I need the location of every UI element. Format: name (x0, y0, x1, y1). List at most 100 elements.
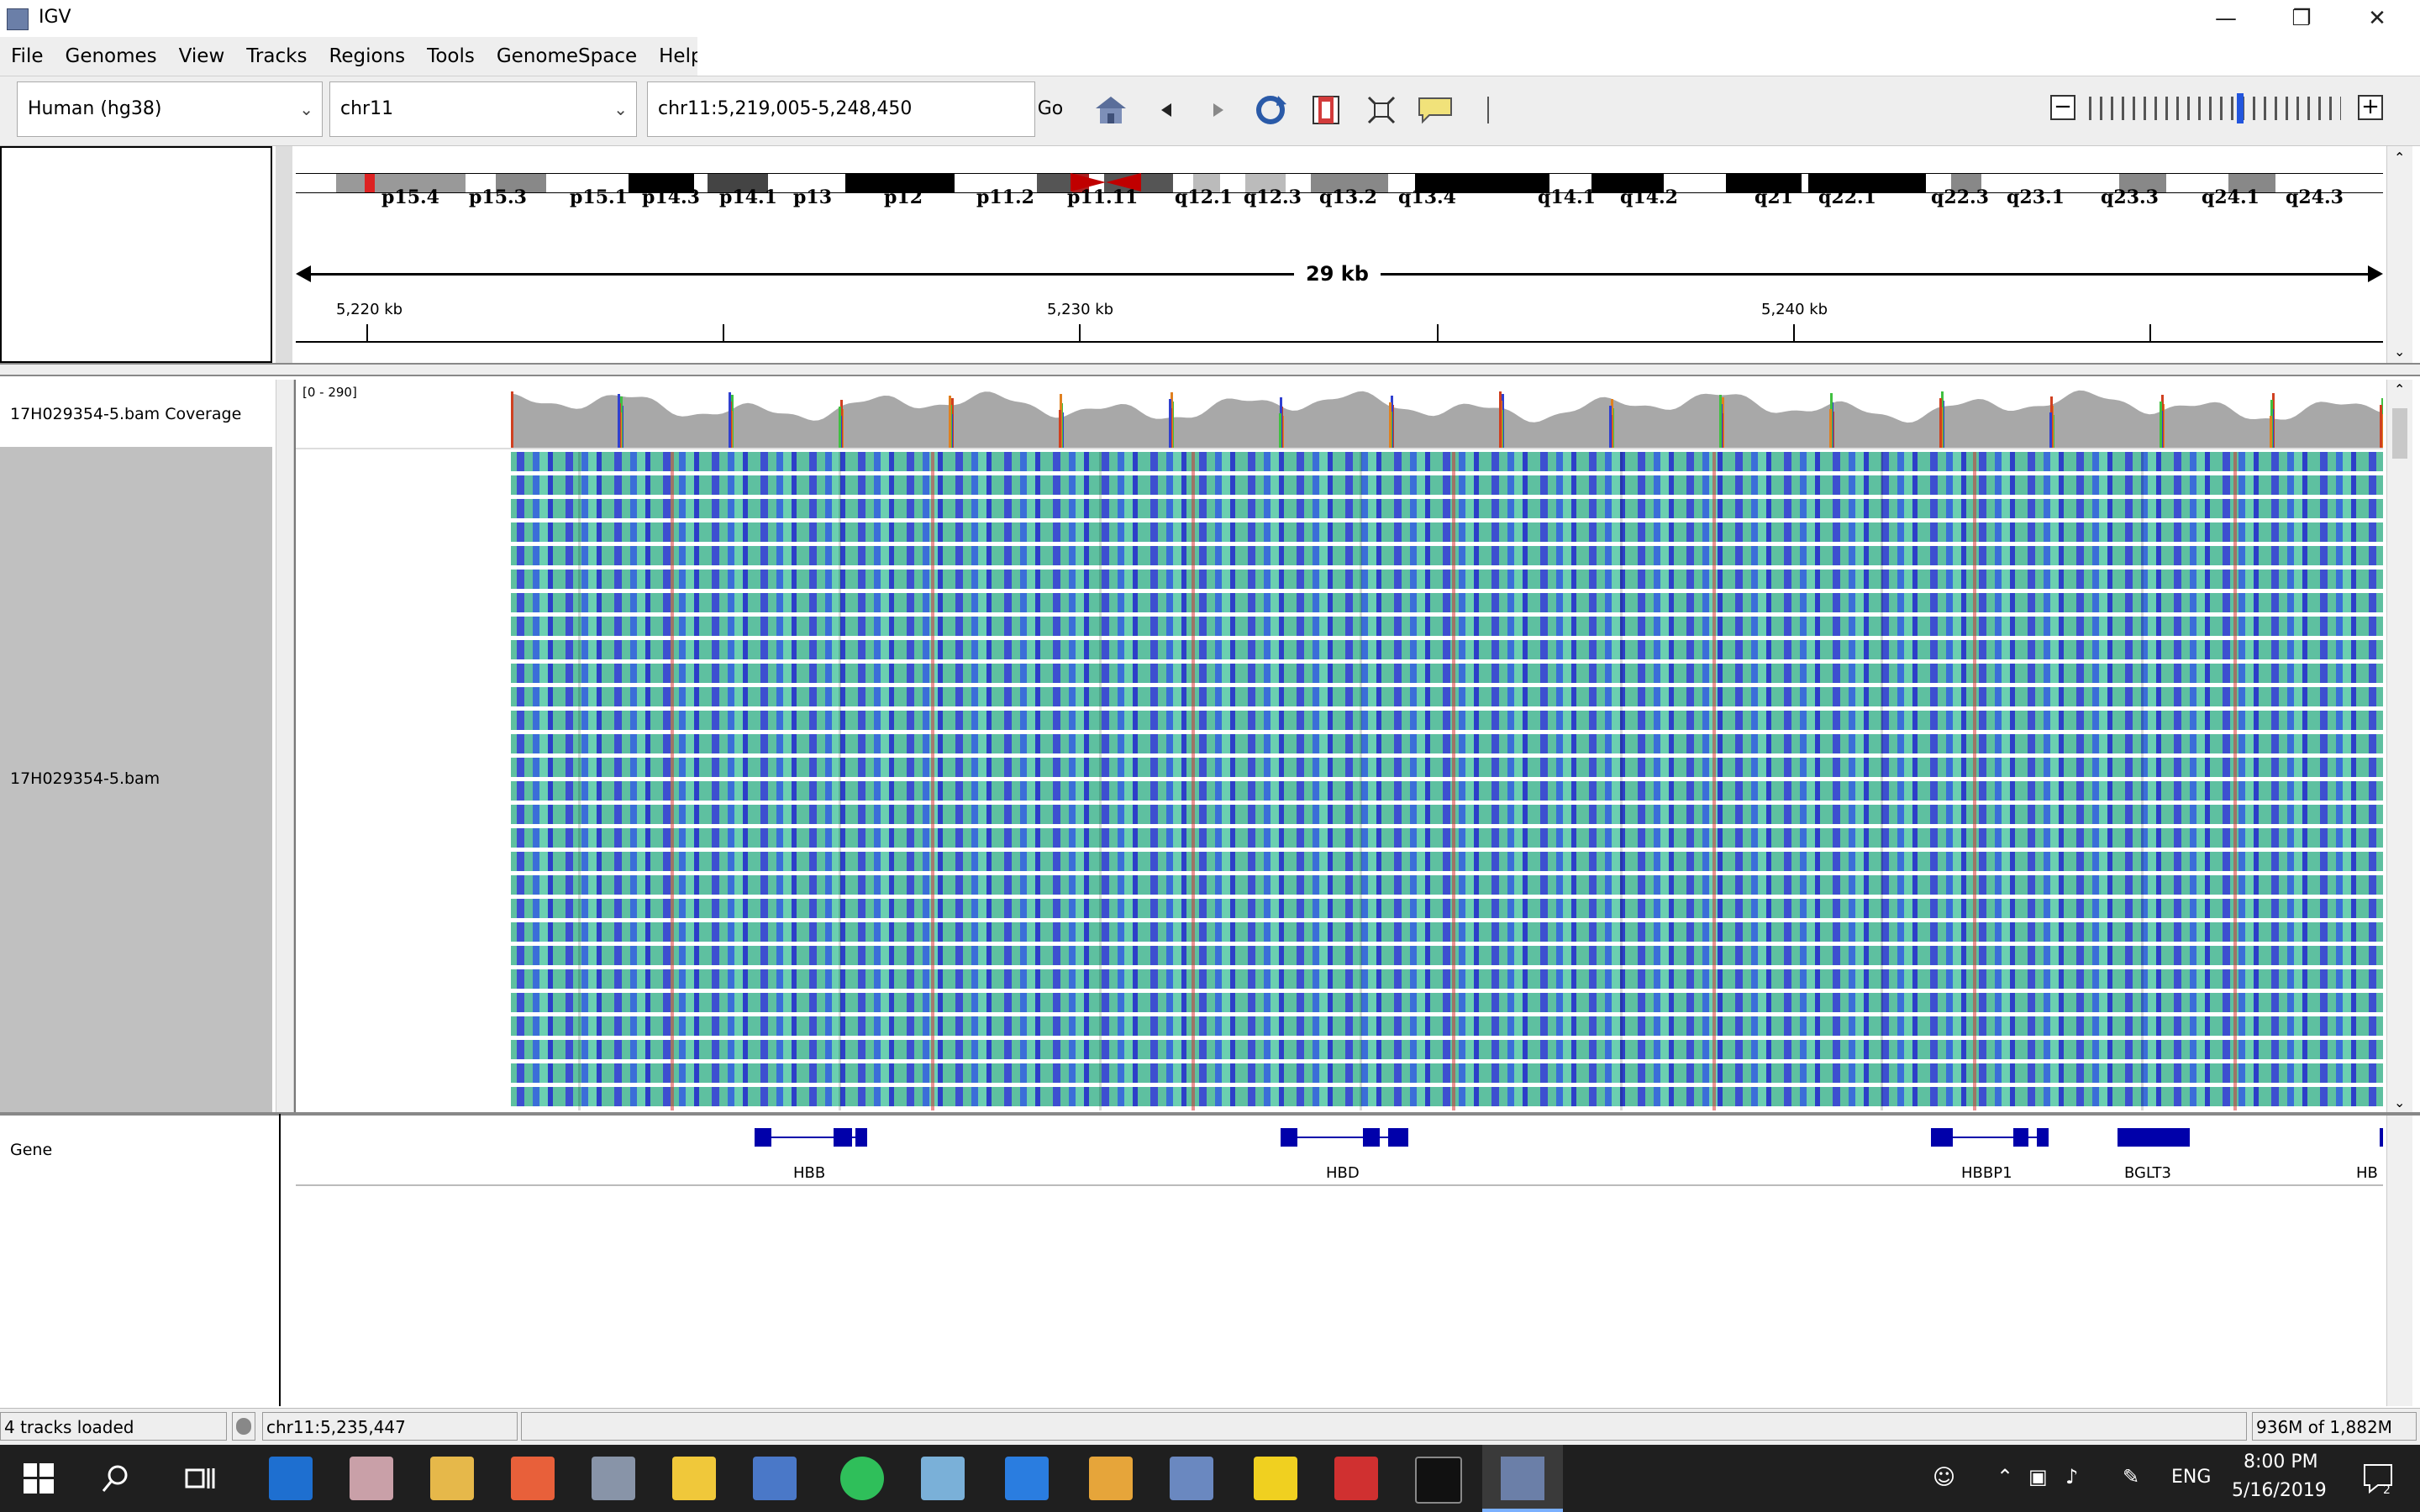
menu-tools[interactable]: Tools (416, 37, 486, 76)
ideogram-band-label: p11.11 (1067, 186, 1139, 208)
ideogram-band (296, 173, 336, 193)
gene-hbd-exon[interactable] (1363, 1128, 1380, 1147)
gene-bglt3-exon[interactable] (2118, 1128, 2190, 1147)
gene-label-hb[interactable]: HB (2356, 1164, 2383, 1182)
chromosome-select-value: chr11 (340, 98, 394, 119)
search-icon[interactable] (101, 1463, 131, 1497)
menu-genomespace[interactable]: GenomeSpace (486, 37, 648, 76)
chevron-up-icon[interactable]: ⌃ (1996, 1465, 2013, 1488)
app-icon[interactable] (1089, 1457, 1133, 1500)
whatsapp-icon[interactable] (840, 1457, 884, 1500)
store-icon[interactable] (511, 1457, 555, 1500)
network-app-icon[interactable] (753, 1457, 797, 1500)
ideogram-band-label: q24.3 (2286, 186, 2344, 208)
app-icon[interactable] (1170, 1457, 1213, 1500)
menu-file[interactable]: File (0, 37, 55, 76)
clock-date[interactable]: 5/16/2019 (2232, 1480, 2327, 1501)
gene-track-name[interactable]: Gene (10, 1141, 52, 1159)
header-scrollbar[interactable]: ⌃ ⌄ (2386, 146, 2412, 363)
app-icon[interactable] (1005, 1457, 1049, 1500)
notifications-icon[interactable]: 2 (2361, 1462, 2395, 1499)
close-icon[interactable]: ✕ (2339, 0, 2415, 37)
clock-time[interactable]: 8:00 PM (2244, 1452, 2318, 1473)
status-tracks-loaded: 4 tracks loaded (0, 1412, 227, 1441)
panel-divider[interactable] (0, 363, 2420, 376)
header-name-panel (0, 146, 272, 363)
gene-label-bglt3[interactable]: BGLT3 (2124, 1164, 2171, 1182)
locus-input[interactable]: chr11:5,219,005-5,248,450 (647, 81, 1035, 137)
coverage-mismatch-mark (618, 394, 620, 449)
forward-icon[interactable] (1200, 92, 1237, 129)
gene-hbb-exon[interactable] (834, 1128, 852, 1147)
gene-hbbp1-exon[interactable] (2013, 1128, 2028, 1147)
ruler-tick (2149, 324, 2151, 343)
network-icon[interactable]: ▣ (2028, 1465, 2048, 1488)
gene-hbb-exon[interactable] (755, 1128, 771, 1147)
zoom-slider-thumb[interactable] (2237, 93, 2244, 123)
gene-label-hbb[interactable]: HBB (793, 1164, 825, 1182)
gene-hbd-exon[interactable] (1281, 1128, 1297, 1147)
creative-cloud-icon[interactable] (1334, 1457, 1378, 1500)
gene-hb-exon[interactable] (2380, 1128, 2383, 1147)
edge-browser-icon[interactable] (269, 1457, 313, 1500)
alignment-reads[interactable] (511, 452, 2383, 1110)
zoom-slider[interactable] (2089, 97, 2341, 120)
volume-icon[interactable]: ♪ (2065, 1465, 2078, 1488)
ideogram-band-label: q21 (1754, 186, 1793, 208)
restore-icon[interactable]: ❐ (2264, 0, 2339, 37)
igv-taskbar-active[interactable] (1482, 1445, 1563, 1512)
coverage-mismatch-mark (1499, 391, 1502, 449)
pen-icon[interactable]: ✎ (2123, 1465, 2139, 1488)
chromosome-select[interactable]: chr11 ⌄ (329, 81, 637, 137)
ideogram-band-label: q12.3 (1244, 186, 1302, 208)
back-icon[interactable] (1148, 92, 1185, 129)
app-icon[interactable] (592, 1457, 635, 1500)
task-view-icon[interactable] (185, 1463, 215, 1497)
ideogram-band-label: q14.1 (1538, 186, 1596, 208)
scrollbar-thumb[interactable] (2392, 408, 2407, 459)
gene-hbbp1-exon[interactable] (2037, 1128, 2049, 1147)
region-of-interest-icon[interactable] (1307, 92, 1344, 129)
zoom-minus-icon[interactable]: − (2050, 95, 2075, 120)
chevron-down-icon: ⌄ (299, 99, 313, 119)
app-icon[interactable] (350, 1457, 393, 1500)
gene-hbd-exon[interactable] (1388, 1128, 1408, 1147)
people-icon[interactable]: ☺ (1933, 1465, 1955, 1490)
gene-hbb-exon[interactable] (855, 1128, 867, 1147)
ideogram-band (1138, 173, 1173, 193)
attribute-panel (276, 380, 294, 1112)
data-scrollbar[interactable]: ⌃ ⌄ (2386, 380, 2412, 1112)
language-indicator[interactable]: ENG (2171, 1467, 2211, 1488)
panel-divider[interactable] (0, 1112, 2420, 1116)
minimize-icon[interactable]: — (2188, 0, 2264, 37)
file-explorer-icon[interactable] (430, 1457, 474, 1500)
notes-icon[interactable] (672, 1457, 716, 1500)
menu-tracks[interactable]: Tracks (235, 37, 318, 76)
coverage-mismatch-mark (1939, 398, 1942, 449)
menu-regions[interactable]: Regions (318, 37, 416, 76)
gene-label-hbbp1[interactable]: HBBP1 (1961, 1164, 2012, 1182)
genome-select[interactable]: Human (hg38) ⌄ (17, 81, 323, 137)
home-icon[interactable] (1092, 92, 1129, 129)
gene-label-hbd[interactable]: HBD (1326, 1164, 1360, 1182)
resize-icon[interactable] (1363, 92, 1400, 129)
coverage-mismatch-mark (1829, 409, 1832, 449)
popup-info-icon[interactable] (1417, 92, 1454, 129)
coverage-mismatch-mark (1279, 413, 1281, 449)
coverage-track[interactable] (296, 381, 2383, 449)
sticky-notes-icon[interactable] (1254, 1457, 1297, 1500)
menu-genomes[interactable]: Genomes (55, 37, 168, 76)
zoom-plus-icon[interactable]: + (2358, 95, 2383, 120)
menu-view[interactable]: View (168, 37, 236, 76)
gene-scrollbar[interactable] (2386, 1116, 2412, 1406)
bam-track-name[interactable]: 17H029354-5.bam (10, 769, 160, 788)
go-button[interactable]: Go (1035, 81, 1065, 137)
ideogram-band-label: p14.1 (719, 186, 777, 208)
terminal-icon[interactable] (1415, 1457, 1462, 1504)
coverage-track-name[interactable]: 17H029354-5.bam Coverage (10, 405, 241, 423)
refresh-icon[interactable] (1252, 92, 1289, 129)
gene-hbbp1-exon[interactable] (1931, 1128, 1953, 1147)
app-icon[interactable] (921, 1457, 965, 1500)
gene-track-separator (296, 1184, 2383, 1186)
windows-start-icon[interactable] (24, 1463, 54, 1497)
